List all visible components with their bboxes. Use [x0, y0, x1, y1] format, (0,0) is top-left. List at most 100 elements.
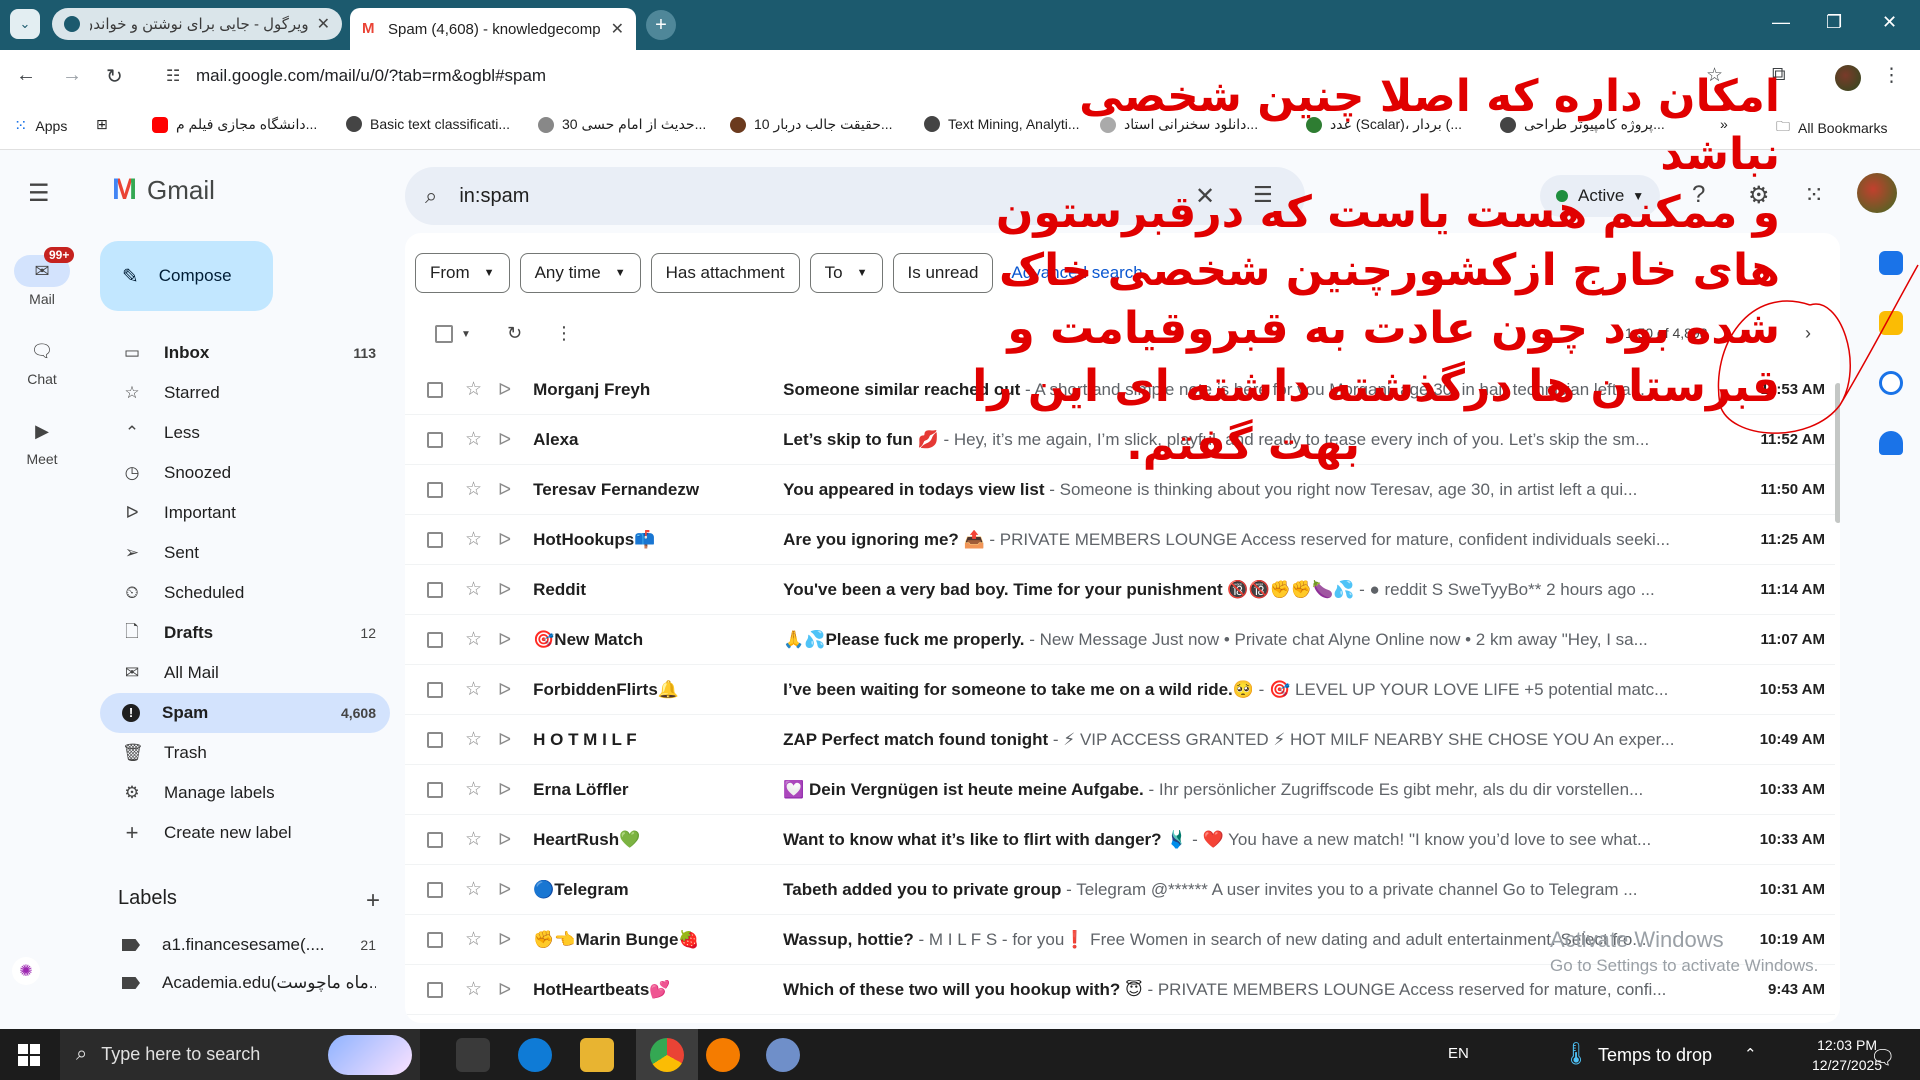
browser-tab-gmail[interactable]: M Spam (4,608) - knowledgecomp ✕	[350, 8, 636, 50]
important-marker-icon[interactable]: ᐅ	[498, 630, 511, 650]
restore-icon[interactable]: ❐	[1826, 12, 1842, 33]
row-checkbox[interactable]	[427, 881, 443, 898]
tray-chevron-icon[interactable]: ⌃	[1744, 1045, 1757, 1063]
nav-item-scheduled[interactable]: ⏲ Scheduled	[100, 573, 390, 613]
row-checkbox[interactable]	[427, 781, 443, 798]
star-icon[interactable]: ☆	[465, 478, 482, 501]
orange-app-icon[interactable]	[706, 1038, 740, 1072]
tab-search-button[interactable]: ⌄	[10, 9, 40, 39]
nav-item-snoozed[interactable]: ◷ Snoozed	[100, 453, 390, 493]
add-label-icon[interactable]: +	[366, 887, 380, 915]
chrome-profile-avatar[interactable]	[1835, 65, 1861, 91]
row-checkbox[interactable]	[427, 581, 443, 598]
nav-item-inbox[interactable]: ▭ Inbox 113	[100, 333, 390, 373]
filter-chip-has-attachment[interactable]: Has attachment	[650, 253, 800, 293]
nav-item-all-mail[interactable]: ✉ All Mail	[100, 653, 390, 693]
search-icon[interactable]: ⌕	[425, 183, 437, 209]
important-marker-icon[interactable]: ᐅ	[498, 830, 511, 850]
rail-item-meet[interactable]: ▶ Meet	[0, 415, 84, 468]
select-dropdown-icon[interactable]: ▼	[461, 329, 471, 340]
gmail-logo[interactable]: M Gmail	[112, 173, 215, 207]
rail-item-chat[interactable]: 🗨 Chat	[0, 335, 84, 388]
filter-chip-any-time[interactable]: Any time ▼	[519, 253, 641, 293]
browser-tab-virgool[interactable]: ویرگول - جایی برای نوشتن و خواندن ✕	[52, 8, 342, 40]
back-arrow-icon[interactable]: ←	[16, 64, 36, 87]
nav-item-manage-labels[interactable]: ⚙ Manage labels	[100, 773, 390, 813]
windows-start-icon[interactable]	[18, 1044, 40, 1066]
select-all-checkbox[interactable]	[435, 325, 453, 343]
star-icon[interactable]: ☆	[465, 628, 482, 651]
row-checkbox[interactable]	[427, 981, 443, 998]
chrome-menu-icon[interactable]: ⋮	[1882, 64, 1901, 87]
bookmark-apps[interactable]: ⁙ Apps	[14, 116, 67, 136]
important-marker-icon[interactable]: ᐅ	[498, 480, 511, 500]
row-checkbox[interactable]	[427, 731, 443, 748]
star-icon[interactable]: ☆	[465, 528, 482, 551]
label-item[interactable]: Academia.edu(ماه ماچوست...	[122, 973, 376, 993]
window-close-icon[interactable]: ✕	[1882, 12, 1897, 33]
row-checkbox[interactable]	[427, 681, 443, 698]
star-icon[interactable]: ☆	[465, 928, 482, 951]
bookmark-all[interactable]: 🗀 All Bookmarks	[1776, 116, 1887, 140]
bookmark-item[interactable]: Basic text classificati...	[346, 116, 510, 132]
forward-arrow-icon[interactable]: →	[62, 64, 82, 87]
nav-item-trash[interactable]: 🗑 Trash	[100, 733, 390, 773]
table-row[interactable]: ☆ ᐅ 🎯New Match 🙏💦Please fuck me properly. -…	[405, 615, 1835, 665]
compose-button[interactable]: ✎ Compose	[100, 241, 273, 311]
site-info-icon[interactable]: ☷	[166, 66, 180, 86]
nav-item-spam[interactable]: ! Spam 4,608	[100, 693, 390, 733]
row-checkbox[interactable]	[427, 631, 443, 648]
row-checkbox[interactable]	[427, 831, 443, 848]
reload-icon[interactable]: ↻	[106, 64, 123, 89]
nav-item-create-label[interactable]: + Create new label	[100, 813, 390, 853]
star-icon[interactable]: ☆	[465, 678, 482, 701]
star-icon[interactable]: ☆	[465, 578, 482, 601]
row-checkbox[interactable]	[427, 531, 443, 548]
notifications-icon[interactable]: 🗨	[1870, 1045, 1895, 1070]
nav-item-less[interactable]: ⌃ Less	[100, 413, 390, 453]
label-item[interactable]: a1.financesesame(.... 21	[122, 935, 376, 955]
weather-text[interactable]: Temps to drop	[1598, 1045, 1712, 1066]
account-avatar[interactable]	[1857, 173, 1897, 213]
refresh-icon[interactable]: ↻	[507, 323, 522, 344]
table-row[interactable]: ☆ ᐅ 🔵Telegram Tabeth added you to private g…	[405, 865, 1835, 915]
google-apps-icon[interactable]: ⁙	[1804, 181, 1824, 210]
table-row[interactable]: ☆ ᐅ Erna Löffler 💟 Dein Vergnügen ist heute…	[405, 765, 1835, 815]
assistant-icon[interactable]: ✺	[12, 957, 40, 985]
taskbar-search[interactable]: ⌕ Type here to search	[60, 1029, 420, 1080]
star-icon[interactable]: ☆	[465, 428, 482, 451]
filter-chip-to[interactable]: To ▼	[809, 253, 883, 293]
important-marker-icon[interactable]: ᐅ	[498, 430, 511, 450]
row-checkbox[interactable]	[427, 431, 443, 448]
table-row[interactable]: ☆ ᐅ H O T M I L F ZAP Perfect match found t…	[405, 715, 1835, 765]
paint-app-icon[interactable]	[766, 1038, 800, 1072]
more-options-icon[interactable]: ⋮	[555, 323, 573, 344]
star-icon[interactable]: ☆	[465, 378, 482, 401]
language-indicator[interactable]: EN	[1448, 1045, 1469, 1062]
filter-chip-from[interactable]: From ▼	[415, 253, 510, 293]
close-icon[interactable]: ✕	[611, 19, 624, 39]
file-explorer-icon[interactable]	[580, 1038, 614, 1072]
main-menu-icon[interactable]: ☰	[28, 179, 50, 208]
important-marker-icon[interactable]: ᐅ	[498, 730, 511, 750]
close-icon[interactable]: ✕	[317, 14, 330, 34]
important-marker-icon[interactable]: ᐅ	[498, 880, 511, 900]
star-icon[interactable]: ☆	[465, 828, 482, 851]
row-checkbox[interactable]	[427, 481, 443, 498]
edge-app-icon[interactable]	[518, 1038, 552, 1072]
new-tab-button[interactable]: +	[646, 10, 676, 40]
table-row[interactable]: ☆ ᐅ HotHookups📫 Are you ignoring me? 📤 - PR…	[405, 515, 1835, 565]
nav-item-important[interactable]: ᐅ Important	[100, 493, 390, 533]
nav-item-drafts[interactable]: 🗋 Drafts 12	[100, 613, 390, 653]
table-row[interactable]: ☆ ᐅ HeartRush💚 Want to know what it’s like …	[405, 815, 1835, 865]
tab-groups-icon[interactable]: ⊞	[96, 116, 108, 133]
store-app-icon[interactable]	[456, 1038, 490, 1072]
search-input[interactable]: in:spam	[459, 185, 529, 208]
important-marker-icon[interactable]: ᐅ	[498, 580, 511, 600]
star-icon[interactable]: ☆	[465, 728, 482, 751]
important-marker-icon[interactable]: ᐅ	[498, 680, 511, 700]
rail-item-mail[interactable]: ✉ 99+ Mail	[0, 247, 84, 307]
important-marker-icon[interactable]: ᐅ	[498, 380, 511, 400]
table-row[interactable]: ☆ ᐅ Reddit You've been a very bad boy. Time…	[405, 565, 1835, 615]
row-checkbox[interactable]	[427, 381, 443, 398]
